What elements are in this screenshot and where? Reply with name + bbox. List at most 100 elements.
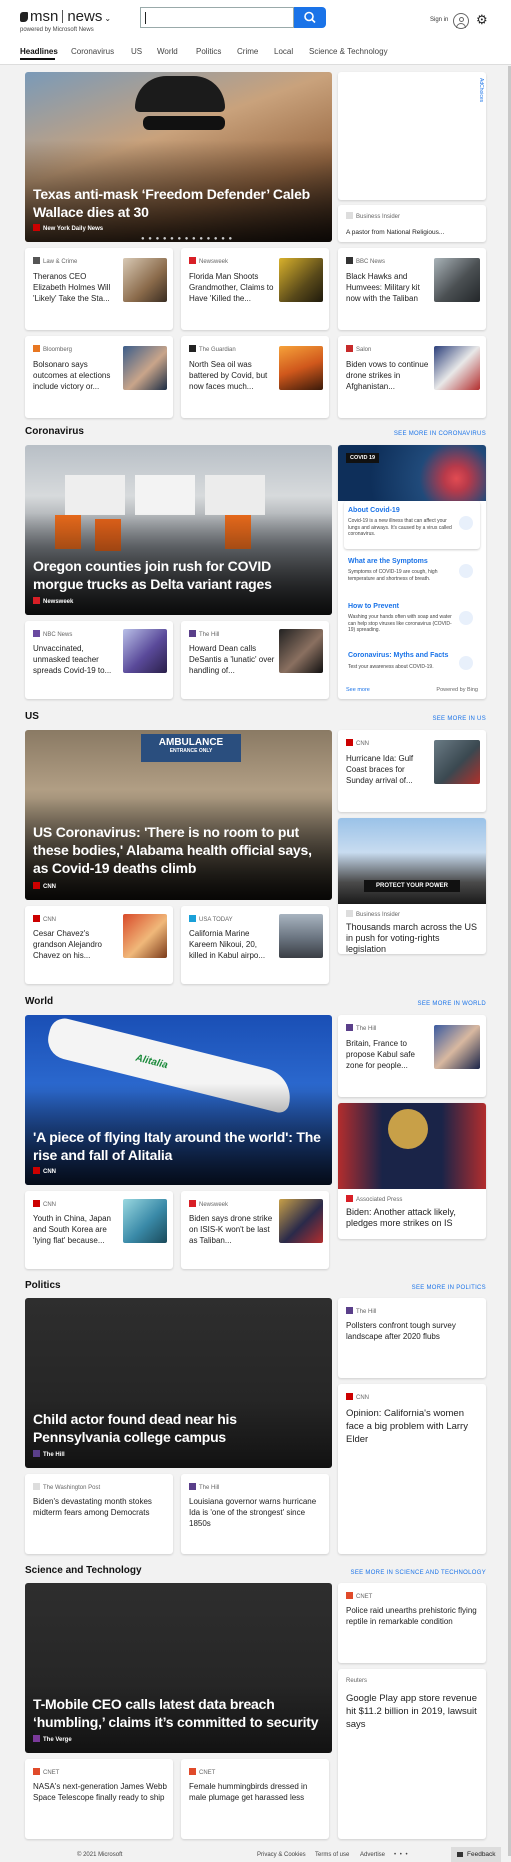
news-card[interactable]: CNET Female hummingbirds dressed in male… xyxy=(181,1759,329,1839)
msn-logo[interactable]: msn news ⌄ xyxy=(20,8,111,25)
news-card[interactable]: The Guardian North Sea oil was battered … xyxy=(181,336,329,418)
sign-in-link[interactable]: Sign in xyxy=(430,17,448,23)
news-card[interactable]: CNN Hurricane Ida: Gulf Coast braces for… xyxy=(338,730,486,812)
card-title[interactable]: Britain, France to propose Kabul safe zo… xyxy=(346,1038,432,1071)
card-title[interactable]: Thousands march across the US in push fo… xyxy=(346,922,482,954)
card-title[interactable]: Unvaccinated, unmasked teacher spreads C… xyxy=(33,643,119,676)
card-title[interactable]: Female hummingbirds dressed in male plum… xyxy=(189,1781,323,1803)
feedback-button[interactable]: Feedback xyxy=(451,1847,501,1862)
card-title[interactable]: Theranos CEO Elizabeth Holmes Will 'Like… xyxy=(33,271,119,304)
news-card[interactable]: Newsweek Florida Man Shoots Grandmother,… xyxy=(181,248,329,330)
card-title[interactable]: Opinion: California's women face a big p… xyxy=(346,1407,478,1446)
card-title[interactable]: Howard Dean calls DeSantis a 'lunatic' o… xyxy=(189,643,275,676)
chevron-down-icon[interactable]: ⌄ xyxy=(104,14,111,23)
hero-title[interactable]: 'A piece of flying Italy around the worl… xyxy=(33,1128,323,1164)
covid-see-more-link[interactable]: See more xyxy=(346,687,370,693)
card-title[interactable]: Cesar Chavez's grandson Alejandro Chavez… xyxy=(33,928,119,961)
news-card[interactable]: BBC News Black Hawks and Humvees: Milita… xyxy=(338,248,486,330)
card-title[interactable]: Police raid unearths prehistoric flying … xyxy=(346,1605,478,1627)
card-title[interactable]: Florida Man Shoots Grandmother, Claims t… xyxy=(189,271,275,304)
news-card[interactable]: The Hill Britain, France to propose Kabu… xyxy=(338,1015,486,1097)
news-card[interactable]: CNET Police raid unearths prehistoric fl… xyxy=(338,1583,486,1663)
card-title[interactable]: NASA's next-generation James Webb Space … xyxy=(33,1781,167,1803)
see-more-coronavirus[interactable]: SEE MORE IN CORONAVIRUS xyxy=(385,431,486,437)
footer-more-button[interactable]: • • • xyxy=(394,1852,409,1858)
tab-coronavirus[interactable]: Coronavirus xyxy=(71,47,114,56)
covid-info-widget[interactable]: COVID 19 About Covid-19 Covid-19 is a ne… xyxy=(338,445,486,699)
news-card[interactable]: Associated Press Biden: Another attack l… xyxy=(338,1103,486,1239)
footer-copyright: © 2021 Microsoft xyxy=(77,1852,123,1858)
tab-science-technology[interactable]: Science & Technology xyxy=(309,47,388,56)
tab-us[interactable]: US xyxy=(131,47,142,56)
tab-headlines[interactable]: Headlines xyxy=(20,47,58,56)
news-card[interactable]: The Hill Howard Dean calls DeSantis a 'l… xyxy=(181,621,329,699)
news-card[interactable]: The Washington Post Biden's devastating … xyxy=(25,1474,173,1554)
coronavirus-hero-card[interactable]: Oregon counties join rush for COVID morg… xyxy=(25,445,332,615)
card-title[interactable]: Biden vows to continue drone strikes in … xyxy=(346,359,432,392)
advertisement[interactable]: AdChoices xyxy=(338,72,486,200)
hero-title[interactable]: US Coronavirus: 'There is no room to put… xyxy=(33,823,323,877)
news-card[interactable]: The Hill Pollsters confront tough survey… xyxy=(338,1298,486,1378)
card-source: The Hill xyxy=(189,1483,219,1491)
news-card[interactable]: PROTECT YOUR POWER Business Insider Thou… xyxy=(338,818,486,954)
card-title[interactable]: Louisiana governor warns hurricane Ida i… xyxy=(189,1496,323,1529)
news-card[interactable]: Law & Crime Theranos CEO Elizabeth Holme… xyxy=(25,248,173,330)
news-card[interactable]: Newsweek Biden says drone strike on ISIS… xyxy=(181,1191,329,1269)
news-card[interactable]: CNN Youth in China, Japan and South Kore… xyxy=(25,1191,173,1269)
card-title[interactable]: Biden: Another attack likely, pledges mo… xyxy=(346,1207,482,1229)
card-title[interactable]: North Sea oil was battered by Covid, but… xyxy=(189,359,275,392)
card-title[interactable]: Pollsters confront tough survey landscap… xyxy=(346,1320,478,1342)
card-source: CNN xyxy=(346,739,369,747)
us-hero-card[interactable]: AMBULANCE ENTRANCE ONLY US Coronavirus: '… xyxy=(25,730,332,900)
news-card[interactable]: USA TODAY California Marine Kareem Nikou… xyxy=(181,906,329,984)
see-more-politics[interactable]: SEE MORE IN POLITICS xyxy=(400,1285,486,1291)
tab-local[interactable]: Local xyxy=(274,47,293,56)
card-title[interactable]: Black Hawks and Humvees: Military kit no… xyxy=(346,271,432,304)
card-title[interactable]: Biden's devastating month stokes midterm… xyxy=(33,1496,167,1518)
adchoices-label[interactable]: AdChoices xyxy=(478,78,484,102)
world-hero-card[interactable]: Alitalia 'A piece of flying Italy around… xyxy=(25,1015,332,1185)
footer-terms-link[interactable]: Terms of use xyxy=(315,1852,349,1858)
card-title[interactable]: Bolsonaro says outcomes at elections inc… xyxy=(33,359,119,392)
hero-title[interactable]: Oregon counties join rush for COVID morg… xyxy=(33,557,323,593)
news-card[interactable]: Reuters Google Play app store revenue hi… xyxy=(338,1669,486,1839)
news-card[interactable]: Bloomberg Bolsonaro says outcomes at ele… xyxy=(25,336,173,418)
news-card[interactable]: NBC News Unvaccinated, unmasked teacher … xyxy=(25,621,173,699)
news-card[interactable]: CNET NASA's next-generation James Webb S… xyxy=(25,1759,173,1839)
see-more-world[interactable]: SEE MORE IN WORLD xyxy=(410,1001,486,1007)
news-card[interactable]: Salon Biden vows to continue drone strik… xyxy=(338,336,486,418)
gear-icon[interactable]: ⚙ xyxy=(476,12,488,28)
covid-item-about[interactable]: About Covid-19 Covid-19 is a new illness… xyxy=(344,501,480,549)
card-thumbnail xyxy=(279,258,323,302)
tab-crime[interactable]: Crime xyxy=(237,47,258,56)
covid-item-symptoms[interactable]: What are the Symptoms Symptoms of COVID-… xyxy=(344,554,480,594)
news-card[interactable]: The Hill Louisiana governor warns hurric… xyxy=(181,1474,329,1554)
hero-title[interactable]: Child actor found dead near his Pennsylv… xyxy=(33,1410,323,1446)
carousel-dots[interactable]: ● ● ● ● ● ● ● ● ● ● ● ● ● xyxy=(141,236,233,242)
search-button[interactable] xyxy=(294,7,326,28)
tab-politics[interactable]: Politics xyxy=(196,47,221,56)
footer-advertise-link[interactable]: Advertise xyxy=(360,1852,385,1858)
news-card[interactable]: CNN Cesar Chavez's grandson Alejandro Ch… xyxy=(25,906,173,984)
hero-title[interactable]: Texas anti-mask ‘Freedom Defender’ Caleb… xyxy=(33,185,313,221)
covid-item-prevent[interactable]: How to Prevent Washing your hands often … xyxy=(344,599,480,647)
politics-hero-card[interactable]: Child actor found dead near his Pennsylv… xyxy=(25,1298,332,1468)
card-title[interactable]: Biden says drone strike on ISIS-K won't … xyxy=(189,1213,275,1246)
card-title[interactable]: A pastor from National Religious... xyxy=(346,227,478,238)
card-title[interactable]: Youth in China, Japan and South Korea ar… xyxy=(33,1213,119,1246)
card-title[interactable]: Hurricane Ida: Gulf Coast braces for Sun… xyxy=(346,753,432,786)
hero-title[interactable]: T-Mobile CEO calls latest data breach ‘h… xyxy=(33,1695,323,1731)
top-hero-card[interactable]: Texas anti-mask ‘Freedom Defender’ Caleb… xyxy=(25,72,332,242)
see-more-us[interactable]: SEE MORE IN US xyxy=(420,716,486,722)
search-input[interactable] xyxy=(140,7,294,28)
card-title[interactable]: Google Play app store revenue hit $11.2 … xyxy=(346,1692,478,1731)
card-title[interactable]: California Marine Kareem Nikoui, 20, kil… xyxy=(189,928,275,961)
news-card[interactable]: CNN Opinion: California's women face a b… xyxy=(338,1384,486,1554)
news-card[interactable]: Business Insider A pastor from National … xyxy=(338,205,486,242)
see-more-science[interactable]: SEE MORE IN SCIENCE AND TECHNOLOGY xyxy=(340,1570,486,1576)
avatar-icon[interactable] xyxy=(453,13,469,29)
footer-privacy-link[interactable]: Privacy & Cookies xyxy=(257,1852,306,1858)
covid-item-myths[interactable]: Coronavirus: Myths and Facts Test your a… xyxy=(344,650,480,680)
science-hero-card[interactable]: T-Mobile CEO calls latest data breach ‘h… xyxy=(25,1583,332,1753)
tab-world[interactable]: World xyxy=(157,47,178,56)
